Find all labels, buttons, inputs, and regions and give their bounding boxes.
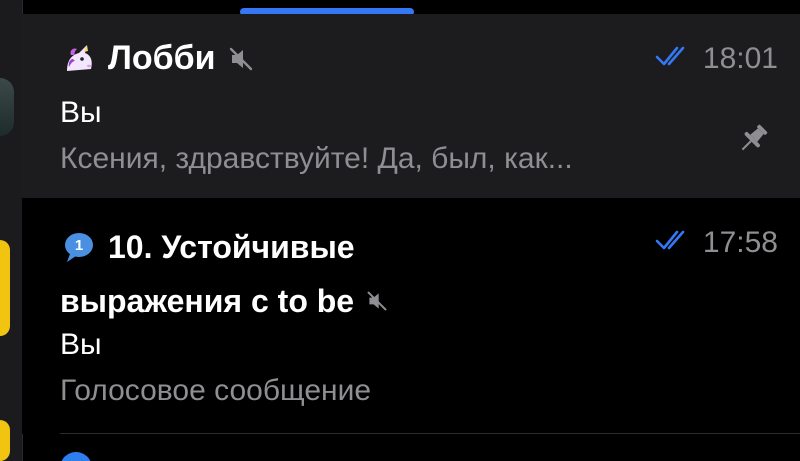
chat-list-screen: Лобби 18:01 Вы Ксения, здравствуйте! Да,… [0, 0, 800, 461]
chat-meta: 18:01 [655, 42, 778, 76]
double-check-icon [655, 226, 695, 260]
chat-sender: Вы [60, 96, 102, 129]
muted-speaker-icon [226, 44, 256, 74]
chat-row-lobby[interactable]: Лобби 18:01 Вы Ксения, здравствуйте! Да,… [22, 14, 800, 198]
unicorn-icon [60, 40, 98, 78]
divider [60, 433, 800, 434]
chat-title: Лобби [108, 39, 216, 78]
double-check-icon [655, 42, 695, 76]
chat-title-block: 1 10. Устойчивые выражения с to be [60, 220, 390, 328]
chat-time: 17:58 [702, 226, 778, 259]
avatar[interactable] [0, 240, 10, 336]
chat-row-stable-expressions[interactable]: 1 10. Устойчивые выражения с to be 17:58… [22, 198, 800, 434]
chat-time: 18:01 [702, 42, 778, 75]
chat-sender: Вы [60, 328, 102, 361]
chat-preview: Голосовое сообщение [60, 374, 372, 407]
chat-preview: Ксения, здравствуйте! Да, был, как... [60, 142, 573, 175]
chat-title-row-1: 1 10. Устойчивые [60, 220, 390, 274]
chat-title-continued: выражения с to be [60, 283, 355, 319]
avatar[interactable] [0, 78, 14, 136]
muted-speaker-icon [364, 288, 390, 314]
folder-avatar-strip [0, 0, 23, 461]
pin-icon [734, 120, 772, 158]
avatar[interactable] [0, 420, 10, 461]
chat-title-line: Лобби [60, 39, 256, 78]
chat-meta: 17:58 [655, 226, 778, 260]
chat-title: 10. Устойчивые [108, 229, 355, 265]
svg-text:1: 1 [75, 237, 83, 254]
chat-title-row-2: выражения с to be [60, 274, 390, 328]
next-chat-avatar[interactable] [60, 452, 92, 461]
speech-bubble-number-icon: 1 [60, 228, 98, 266]
